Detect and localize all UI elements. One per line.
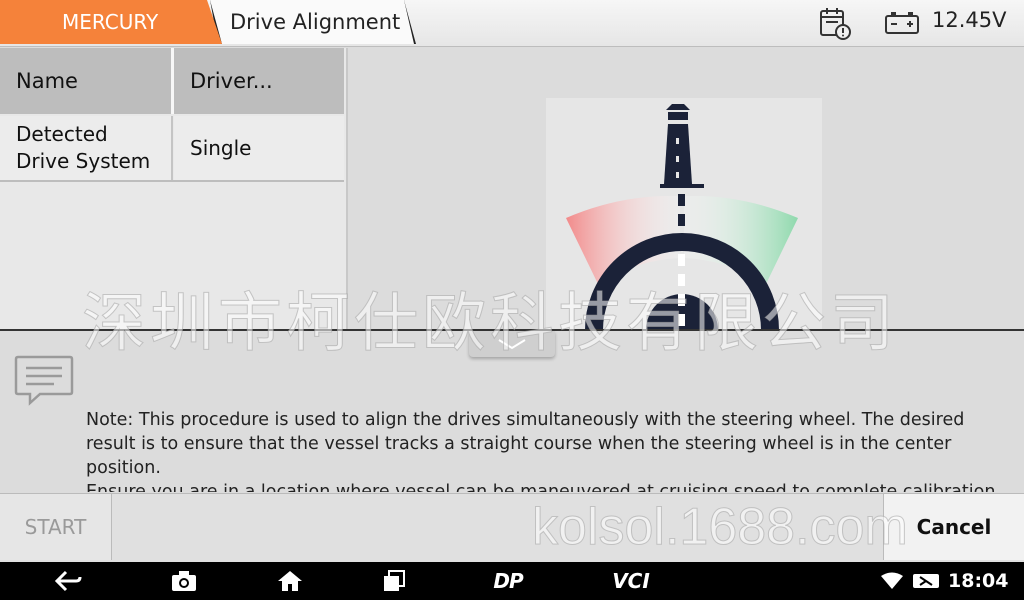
- vci-icon: VCI: [612, 569, 650, 593]
- collapse-handle[interactable]: [469, 331, 555, 357]
- home-icon: [278, 571, 302, 591]
- row-separator: [0, 180, 344, 182]
- back-arrow-icon: [54, 570, 82, 592]
- back-button[interactable]: [48, 562, 88, 600]
- data-table: Name Driver... Detected Drive System Sin…: [0, 48, 348, 330]
- note-paragraph: Ensure you are in a location where vesse…: [86, 482, 1001, 492]
- chevron-down-icon: [498, 339, 526, 350]
- system-nav-bar: DP VCI 18:04: [0, 562, 1024, 600]
- dp-button[interactable]: DP: [482, 562, 534, 600]
- note-paragraph: Note: This procedure is used to align th…: [86, 410, 965, 478]
- row-value: Single: [174, 116, 344, 180]
- top-bar: Drive Alignment MERCURY 12.45V: [0, 0, 1024, 47]
- battery-icon: [885, 12, 919, 34]
- cancel-button[interactable]: Cancel: [883, 494, 1024, 560]
- column-separator: [171, 48, 174, 114]
- wifi-icon: [881, 572, 903, 589]
- lighthouse-icon: [660, 104, 704, 188]
- tab-mercury[interactable]: MERCURY: [0, 0, 222, 44]
- screenshot-button[interactable]: [164, 562, 204, 600]
- column-header-driver[interactable]: Driver...: [174, 48, 344, 114]
- column-separator: [171, 116, 173, 180]
- steering-alignment-illustration: [566, 104, 798, 330]
- system-clock: 18:04: [948, 570, 1009, 592]
- no-sim-icon: [913, 574, 939, 588]
- start-button[interactable]: START: [0, 494, 112, 560]
- home-button[interactable]: [270, 562, 310, 600]
- row-label: Detected Drive System: [0, 116, 171, 180]
- vci-button[interactable]: VCI: [600, 562, 662, 600]
- tab-drive-alignment[interactable]: Drive Alignment: [210, 0, 414, 44]
- column-header-name: Name: [0, 48, 171, 114]
- battery-voltage: 12.45V: [932, 8, 1007, 32]
- recent-apps-icon: [384, 570, 405, 591]
- alignment-diagram: [546, 98, 822, 330]
- recents-button[interactable]: [374, 562, 414, 600]
- camera-icon: [172, 571, 196, 591]
- dp-icon: DP: [493, 569, 523, 593]
- message-icon: [14, 355, 74, 406]
- action-bar: START Cancel: [0, 493, 1024, 562]
- instruction-note: Note: This procedure is used to align th…: [86, 408, 1012, 492]
- calendar-alert-icon[interactable]: [818, 6, 852, 40]
